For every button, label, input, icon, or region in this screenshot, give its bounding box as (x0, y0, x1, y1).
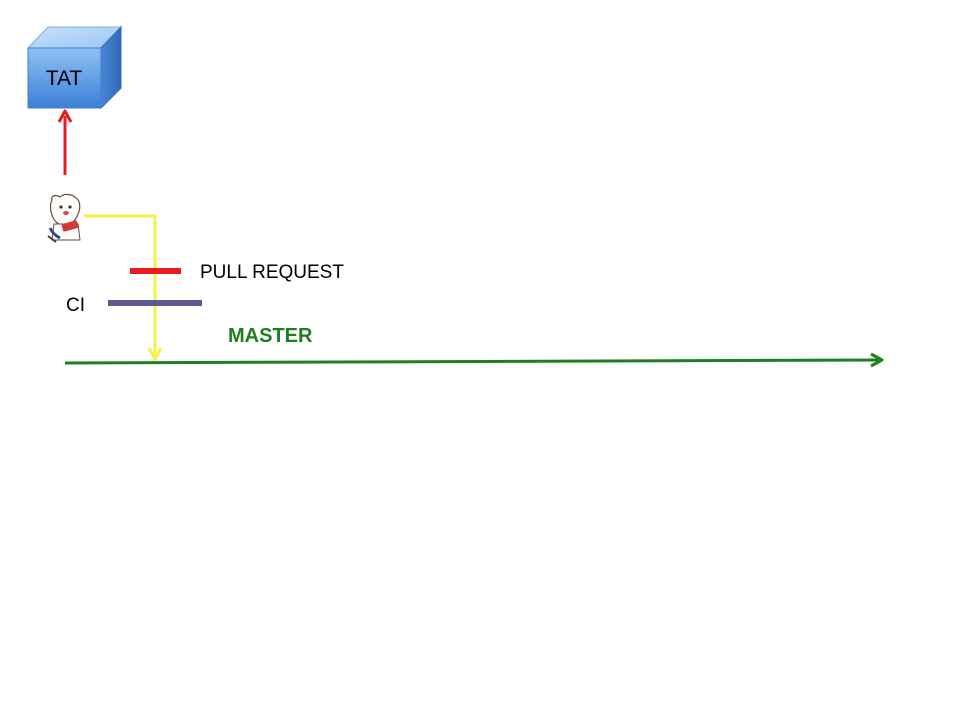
master-arrow (64, 352, 884, 368)
tat-label: TAT (46, 67, 83, 90)
pull-request-label: PULL REQUEST (200, 262, 344, 283)
master-label: MASTER (228, 325, 313, 347)
mascot-icon (46, 193, 82, 243)
tat-arrow (57, 109, 73, 175)
ci-label: CI (66, 295, 85, 316)
branch-arrow (84, 214, 163, 361)
workflow-diagram: TAT PULL REQUEST CI MASTER (26, 25, 884, 368)
